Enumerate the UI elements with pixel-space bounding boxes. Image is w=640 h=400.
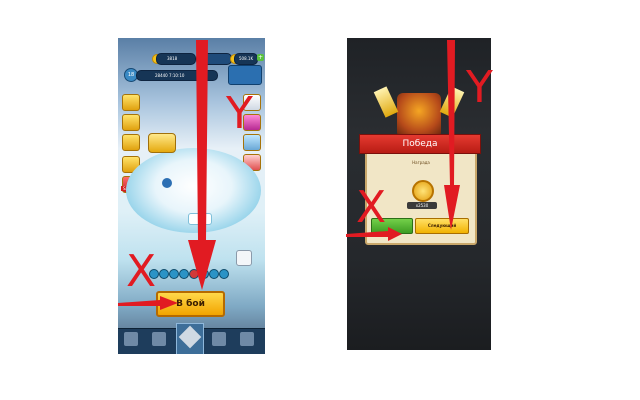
left-x-arrow [118, 296, 178, 310]
annotation-layer [118, 40, 460, 310]
left-y-arrow [188, 40, 216, 290]
left-x-label: X [126, 246, 157, 297]
left-y-label: Y [226, 88, 253, 139]
right-x-label: X [356, 182, 387, 233]
right-y-label: Y [466, 62, 493, 113]
right-y-arrow [444, 40, 460, 230]
